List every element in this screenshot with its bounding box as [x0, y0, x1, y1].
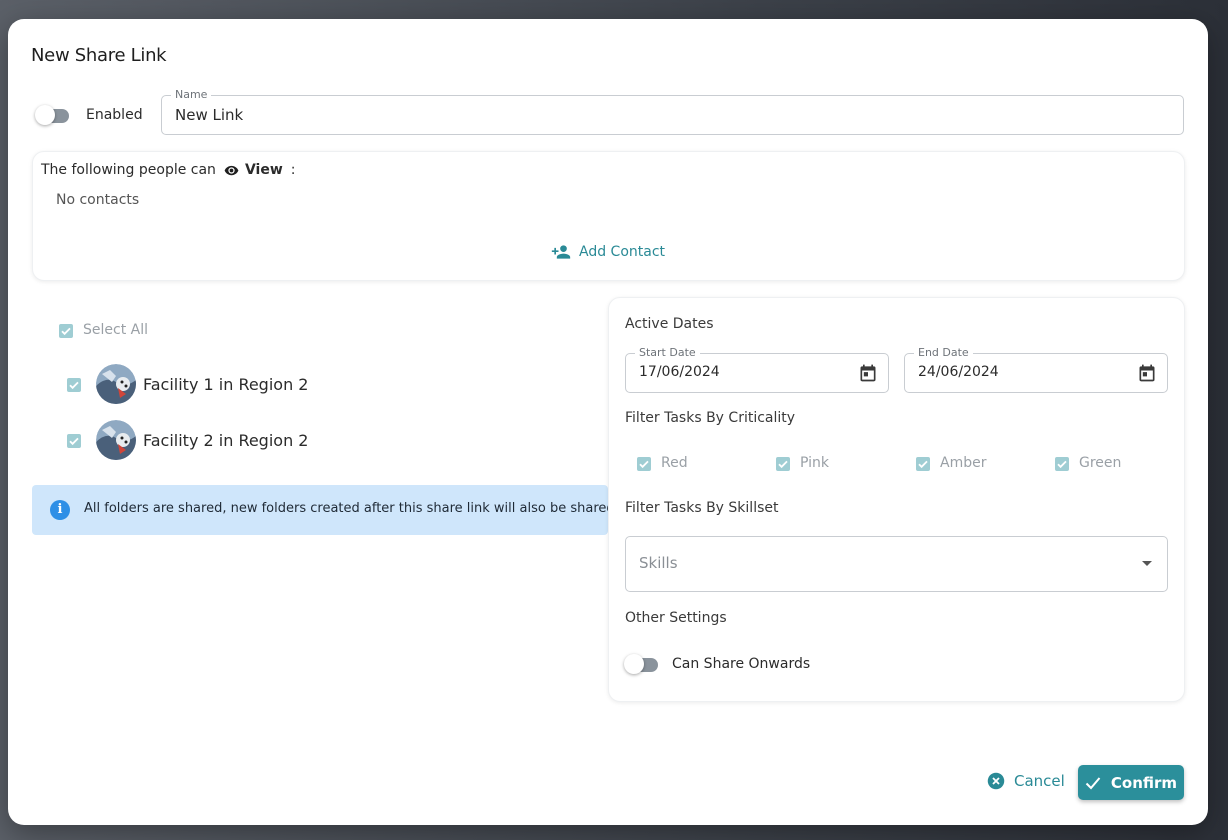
criticality-red-label: Red — [661, 455, 688, 471]
people-card: The following people can View : No conta… — [32, 151, 1185, 281]
criticality-green-label: Green — [1079, 455, 1122, 471]
add-contact-label: Add Contact — [579, 244, 666, 260]
active-dates-label: Active Dates — [625, 316, 714, 332]
criticality-red-checkbox[interactable] — [637, 457, 651, 471]
criticality-amber-label: Amber — [940, 455, 987, 471]
start-date-value[interactable]: 17/06/2024 — [639, 364, 720, 380]
name-field-label: Name — [171, 88, 212, 102]
calendar-icon[interactable] — [858, 363, 878, 387]
other-settings-label: Other Settings — [625, 610, 727, 626]
folder-1-checkbox[interactable] — [67, 378, 81, 392]
folder-1-label: Facility 1 in Region 2 — [143, 375, 309, 394]
criticality-green-checkbox[interactable] — [1055, 457, 1069, 471]
add-person-icon — [551, 244, 571, 260]
dialog-title: New Share Link — [31, 45, 167, 66]
people-permission-line: The following people can View : — [41, 162, 295, 178]
settings-card: Active Dates Start Date 17/06/2024 End D… — [608, 297, 1185, 702]
cancel-circle-icon — [987, 772, 1005, 790]
cancel-button[interactable]: Cancel — [987, 772, 1065, 790]
info-text: All folders are shared, new folders crea… — [84, 501, 615, 516]
share-onwards-label: Can Share Onwards — [672, 656, 811, 672]
people-prefix: The following people can — [41, 162, 216, 178]
permission-dropdown[interactable]: View — [245, 162, 283, 178]
name-field[interactable]: Name New Link — [161, 88, 1184, 135]
start-date-label: Start Date — [635, 346, 700, 360]
info-icon: i — [50, 500, 70, 520]
calendar-icon[interactable] — [1137, 363, 1157, 387]
skills-placeholder: Skills — [639, 554, 678, 572]
people-colon: : — [290, 162, 296, 178]
no-contacts-text: No contacts — [56, 192, 140, 208]
select-all-label: Select All — [83, 322, 148, 338]
criticality-label: Filter Tasks By Criticality — [625, 410, 796, 426]
folder-2-label: Facility 2 in Region 2 — [143, 431, 309, 450]
skillset-label: Filter Tasks By Skillset — [625, 500, 779, 516]
end-date-value[interactable]: 24/06/2024 — [918, 364, 999, 380]
info-banner: i All folders are shared, new folders cr… — [32, 485, 615, 535]
share-link-dialog: New Share Link Enabled Name New Link The… — [8, 19, 1208, 825]
enabled-label: Enabled — [86, 107, 143, 123]
cancel-label: Cancel — [1014, 772, 1065, 790]
share-onwards-toggle[interactable] — [624, 654, 660, 674]
select-all-checkbox[interactable] — [59, 324, 73, 338]
start-date-field[interactable]: Start Date 17/06/2024 — [625, 346, 889, 393]
confirm-button[interactable]: Confirm — [1078, 765, 1184, 800]
end-date-field[interactable]: End Date 24/06/2024 — [904, 346, 1168, 393]
facility-avatar — [96, 420, 136, 460]
end-date-label: End Date — [914, 346, 973, 360]
check-icon — [1085, 776, 1101, 790]
criticality-pink-checkbox[interactable] — [776, 457, 790, 471]
criticality-pink-label: Pink — [800, 455, 830, 471]
folder-2-checkbox[interactable] — [67, 434, 81, 448]
add-contact-button[interactable]: Add Contact — [551, 244, 665, 260]
name-field-value[interactable]: New Link — [175, 106, 243, 124]
confirm-label: Confirm — [1110, 773, 1178, 792]
facility-avatar — [96, 364, 136, 404]
chevron-down-icon — [1142, 561, 1152, 566]
criticality-amber-checkbox[interactable] — [916, 457, 930, 471]
skills-select[interactable]: Skills — [625, 536, 1168, 592]
enabled-toggle[interactable] — [35, 105, 71, 125]
eye-icon — [224, 163, 239, 178]
